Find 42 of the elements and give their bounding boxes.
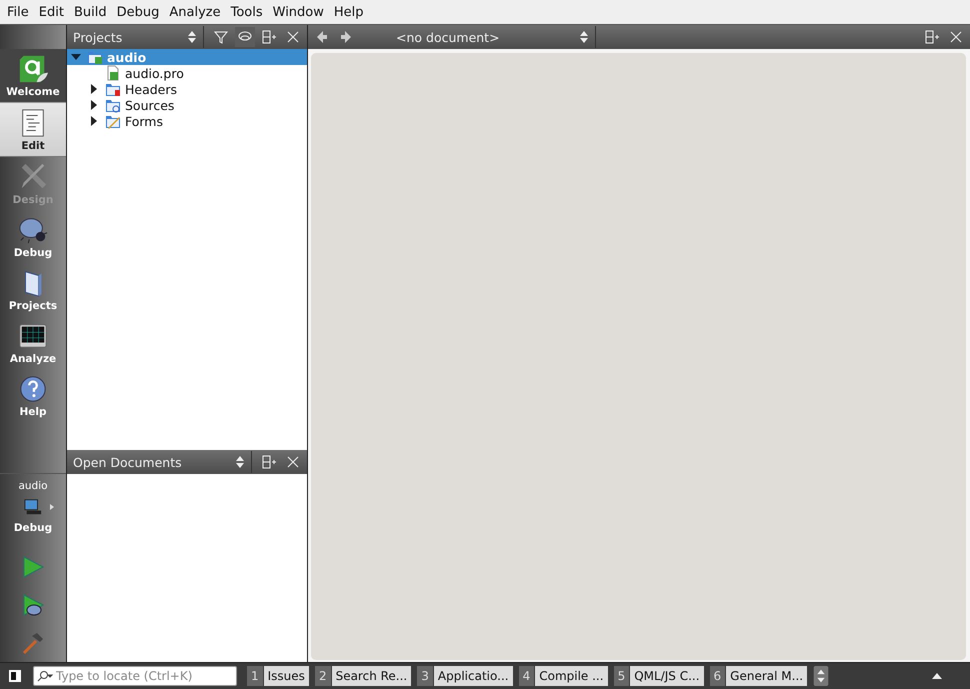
menu-item[interactable]: Build xyxy=(68,4,112,20)
folder-icon xyxy=(105,97,121,113)
tree-item[interactable]: Headers xyxy=(67,81,307,97)
updown-arrows-icon[interactable] xyxy=(813,666,830,686)
up-arrow-icon[interactable] xyxy=(932,672,942,680)
menu-item[interactable]: File xyxy=(2,4,34,20)
debug-run-icon[interactable] xyxy=(21,593,45,617)
folder-icon xyxy=(105,81,121,97)
run-icon[interactable] xyxy=(21,555,45,579)
tree-item[interactable]: Sources xyxy=(67,97,307,113)
updown-arrows-icon[interactable] xyxy=(188,31,196,43)
build-config-label: Debug xyxy=(14,522,52,534)
sidebar-toggle-icon[interactable] xyxy=(8,669,22,683)
menu-item[interactable]: Help xyxy=(328,4,369,20)
document-dropdown[interactable]: <no document> xyxy=(396,30,588,44)
mode-tab[interactable]: Analyze xyxy=(0,316,66,369)
folder-icon xyxy=(87,49,103,65)
mode-tab[interactable]: Edit xyxy=(0,102,66,157)
folder-icon xyxy=(105,113,121,129)
hammer-icon[interactable] xyxy=(21,631,45,655)
search-icon xyxy=(37,670,53,682)
menu-item[interactable]: Analyze xyxy=(164,4,226,20)
updown-arrows-icon[interactable] xyxy=(236,456,244,468)
tree-item[interactable]: audio xyxy=(67,49,307,65)
computer-icon[interactable] xyxy=(22,498,44,516)
updown-arrows-icon[interactable] xyxy=(580,31,588,43)
mode-tab[interactable]: Help xyxy=(0,369,66,422)
tree-item[interactable]: audio.pro xyxy=(67,65,307,81)
mode-tab[interactable]: Welcome xyxy=(0,49,66,102)
mode-tab[interactable]: Projects xyxy=(0,263,66,316)
menu-item[interactable]: Debug xyxy=(112,4,164,20)
file-icon xyxy=(105,65,121,81)
menu-item[interactable]: Window xyxy=(268,4,329,20)
collapse-arrow-icon[interactable] xyxy=(71,52,81,62)
menu-item[interactable]: Tools xyxy=(226,4,268,20)
mode-tab[interactable]: Debug xyxy=(0,210,66,263)
menu-item[interactable]: Edit xyxy=(34,4,69,20)
project-name: audio xyxy=(18,480,48,492)
locator-field[interactable]: Type to locate (Ctrl+K) xyxy=(33,666,237,686)
help-icon xyxy=(18,374,48,404)
qt-logo-icon xyxy=(18,54,48,84)
tree-item[interactable]: Forms xyxy=(67,113,307,129)
